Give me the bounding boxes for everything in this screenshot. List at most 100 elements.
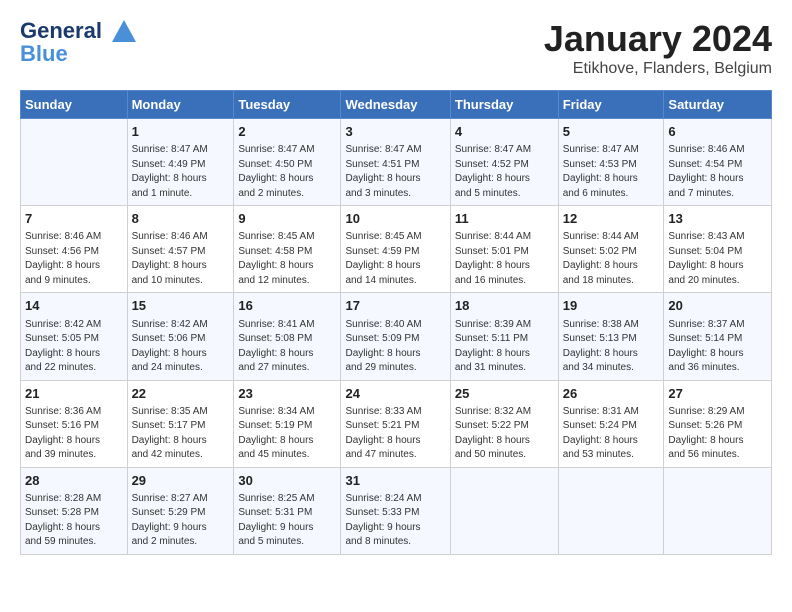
calendar-cell: 25 Sunrise: 8:32 AM Sunset: 5:22 PM Dayli… xyxy=(450,380,558,467)
page-header: General Blue January 2024 Etikhove, Flan… xyxy=(20,18,772,78)
cell-info: Sunrise: 8:42 AM Sunset: 5:05 PM Dayligh… xyxy=(25,318,123,376)
calendar-header-row: SundayMondayTuesdayWednesdayThursdayFrid… xyxy=(21,91,772,119)
logo-icon xyxy=(110,18,138,46)
day-number: 29 xyxy=(132,472,230,490)
calendar-cell xyxy=(664,467,772,554)
day-number: 14 xyxy=(25,297,123,315)
day-header-sunday: Sunday xyxy=(21,91,128,119)
cell-info: Sunrise: 8:46 AM Sunset: 4:54 PM Dayligh… xyxy=(668,143,767,201)
calendar-table: SundayMondayTuesdayWednesdayThursdayFrid… xyxy=(20,90,772,555)
calendar-cell: 28Sunrise: 8:28 AM Sunset: 5:28 PM Dayli… xyxy=(21,467,128,554)
calendar-cell: 19Sunrise: 8:38 AM Sunset: 5:13 PM Dayli… xyxy=(558,293,664,380)
day-header-wednesday: Wednesday xyxy=(341,91,450,119)
calendar-cell: 8 Sunrise: 8:46 AM Sunset: 4:57 PM Daylig… xyxy=(127,206,234,293)
calendar-cell: 5Sunrise: 8:47 AM Sunset: 4:53 PM Daylig… xyxy=(558,119,664,206)
logo: General Blue xyxy=(20,18,138,66)
day-header-monday: Monday xyxy=(127,91,234,119)
cell-info: Sunrise: 8:45 AM Sunset: 4:58 PM Dayligh… xyxy=(238,230,336,288)
calendar-cell: 7 Sunrise: 8:46 AM Sunset: 4:56 PM Daylig… xyxy=(21,206,128,293)
day-number: 22 xyxy=(132,385,230,403)
cell-info: Sunrise: 8:42 AM Sunset: 5:06 PM Dayligh… xyxy=(132,318,230,376)
cell-info: Sunrise: 8:39 AM Sunset: 5:11 PM Dayligh… xyxy=(455,318,554,376)
day-number: 7 xyxy=(25,210,123,228)
calendar-cell: 15 Sunrise: 8:42 AM Sunset: 5:06 PM Dayli… xyxy=(127,293,234,380)
calendar-cell: 31Sunrise: 8:24 AM Sunset: 5:33 PM Dayli… xyxy=(341,467,450,554)
day-number: 2 xyxy=(238,123,336,141)
day-number: 9 xyxy=(238,210,336,228)
calendar-cell: 10 Sunrise: 8:45 AM Sunset: 4:59 PM Dayli… xyxy=(341,206,450,293)
cell-info: Sunrise: 8:33 AM Sunset: 5:21 PM Dayligh… xyxy=(345,405,445,463)
cell-info: Sunrise: 8:38 AM Sunset: 5:13 PM Dayligh… xyxy=(563,318,660,376)
calendar-cell: 11 Sunrise: 8:44 AM Sunset: 5:01 PM Dayli… xyxy=(450,206,558,293)
calendar-cell: 1 Sunrise: 8:47 AM Sunset: 4:49 PM Daylig… xyxy=(127,119,234,206)
day-number: 26 xyxy=(563,385,660,403)
cell-info: Sunrise: 8:31 AM Sunset: 5:24 PM Dayligh… xyxy=(563,405,660,463)
day-number: 31 xyxy=(345,472,445,490)
week-row-3: 14 Sunrise: 8:42 AM Sunset: 5:05 PM Dayli… xyxy=(21,293,772,380)
calendar-cell: 2Sunrise: 8:47 AM Sunset: 4:50 PM Daylig… xyxy=(234,119,341,206)
day-number: 23 xyxy=(238,385,336,403)
day-number: 15 xyxy=(132,297,230,315)
calendar-cell xyxy=(450,467,558,554)
day-header-friday: Friday xyxy=(558,91,664,119)
title-block: January 2024 Etikhove, Flanders, Belgium xyxy=(544,18,772,78)
cell-info: Sunrise: 8:29 AM Sunset: 5:26 PM Dayligh… xyxy=(668,405,767,463)
calendar-cell: 17 Sunrise: 8:40 AM Sunset: 5:09 PM Dayli… xyxy=(341,293,450,380)
cell-info: Sunrise: 8:25 AM Sunset: 5:31 PM Dayligh… xyxy=(238,492,336,550)
calendar-cell: 21 Sunrise: 8:36 AM Sunset: 5:16 PM Dayli… xyxy=(21,380,128,467)
day-number: 8 xyxy=(132,210,230,228)
calendar-cell: 27 Sunrise: 8:29 AM Sunset: 5:26 PM Dayli… xyxy=(664,380,772,467)
calendar-cell xyxy=(21,119,128,206)
day-header-tuesday: Tuesday xyxy=(234,91,341,119)
day-number: 3 xyxy=(345,123,445,141)
cell-info: Sunrise: 8:45 AM Sunset: 4:59 PM Dayligh… xyxy=(345,230,445,288)
cell-info: Sunrise: 8:32 AM Sunset: 5:22 PM Dayligh… xyxy=(455,405,554,463)
cell-info: Sunrise: 8:35 AM Sunset: 5:17 PM Dayligh… xyxy=(132,405,230,463)
day-header-thursday: Thursday xyxy=(450,91,558,119)
day-number: 4 xyxy=(455,123,554,141)
calendar-cell: 13Sunrise: 8:43 AM Sunset: 5:04 PM Dayli… xyxy=(664,206,772,293)
day-number: 27 xyxy=(668,385,767,403)
calendar-cell: 22 Sunrise: 8:35 AM Sunset: 5:17 PM Dayli… xyxy=(127,380,234,467)
cell-info: Sunrise: 8:47 AM Sunset: 4:52 PM Dayligh… xyxy=(455,143,554,201)
day-header-saturday: Saturday xyxy=(664,91,772,119)
day-number: 10 xyxy=(345,210,445,228)
calendar-cell: 6Sunrise: 8:46 AM Sunset: 4:54 PM Daylig… xyxy=(664,119,772,206)
day-number: 1 xyxy=(132,123,230,141)
week-row-5: 28Sunrise: 8:28 AM Sunset: 5:28 PM Dayli… xyxy=(21,467,772,554)
week-row-4: 21 Sunrise: 8:36 AM Sunset: 5:16 PM Dayli… xyxy=(21,380,772,467)
calendar-cell: 3Sunrise: 8:47 AM Sunset: 4:51 PM Daylig… xyxy=(341,119,450,206)
location-subtitle: Etikhove, Flanders, Belgium xyxy=(544,60,772,78)
cell-info: Sunrise: 8:46 AM Sunset: 4:57 PM Dayligh… xyxy=(132,230,230,288)
day-number: 11 xyxy=(455,210,554,228)
cell-info: Sunrise: 8:44 AM Sunset: 5:02 PM Dayligh… xyxy=(563,230,660,288)
calendar-cell: 9 Sunrise: 8:45 AM Sunset: 4:58 PM Daylig… xyxy=(234,206,341,293)
day-number: 24 xyxy=(345,385,445,403)
cell-info: Sunrise: 8:47 AM Sunset: 4:49 PM Dayligh… xyxy=(132,143,230,201)
week-row-2: 7 Sunrise: 8:46 AM Sunset: 4:56 PM Daylig… xyxy=(21,206,772,293)
day-number: 30 xyxy=(238,472,336,490)
calendar-cell: 29Sunrise: 8:27 AM Sunset: 5:29 PM Dayli… xyxy=(127,467,234,554)
calendar-cell: 4 Sunrise: 8:47 AM Sunset: 4:52 PM Daylig… xyxy=(450,119,558,206)
cell-info: Sunrise: 8:46 AM Sunset: 4:56 PM Dayligh… xyxy=(25,230,123,288)
calendar-cell: 18Sunrise: 8:39 AM Sunset: 5:11 PM Dayli… xyxy=(450,293,558,380)
day-number: 25 xyxy=(455,385,554,403)
calendar-cell: 20Sunrise: 8:37 AM Sunset: 5:14 PM Dayli… xyxy=(664,293,772,380)
cell-info: Sunrise: 8:44 AM Sunset: 5:01 PM Dayligh… xyxy=(455,230,554,288)
month-title: January 2024 xyxy=(544,18,772,60)
cell-info: Sunrise: 8:37 AM Sunset: 5:14 PM Dayligh… xyxy=(668,318,767,376)
calendar-cell: 26 Sunrise: 8:31 AM Sunset: 5:24 PM Dayli… xyxy=(558,380,664,467)
calendar-cell: 30 Sunrise: 8:25 AM Sunset: 5:31 PM Dayli… xyxy=(234,467,341,554)
calendar-cell: 14 Sunrise: 8:42 AM Sunset: 5:05 PM Dayli… xyxy=(21,293,128,380)
cell-info: Sunrise: 8:43 AM Sunset: 5:04 PM Dayligh… xyxy=(668,230,767,288)
week-row-1: 1 Sunrise: 8:47 AM Sunset: 4:49 PM Daylig… xyxy=(21,119,772,206)
calendar-cell: 24 Sunrise: 8:33 AM Sunset: 5:21 PM Dayli… xyxy=(341,380,450,467)
day-number: 5 xyxy=(563,123,660,141)
day-number: 17 xyxy=(345,297,445,315)
cell-info: Sunrise: 8:34 AM Sunset: 5:19 PM Dayligh… xyxy=(238,405,336,463)
cell-info: Sunrise: 8:40 AM Sunset: 5:09 PM Dayligh… xyxy=(345,318,445,376)
day-number: 21 xyxy=(25,385,123,403)
day-number: 12 xyxy=(563,210,660,228)
cell-info: Sunrise: 8:36 AM Sunset: 5:16 PM Dayligh… xyxy=(25,405,123,463)
calendar-cell: 16Sunrise: 8:41 AM Sunset: 5:08 PM Dayli… xyxy=(234,293,341,380)
